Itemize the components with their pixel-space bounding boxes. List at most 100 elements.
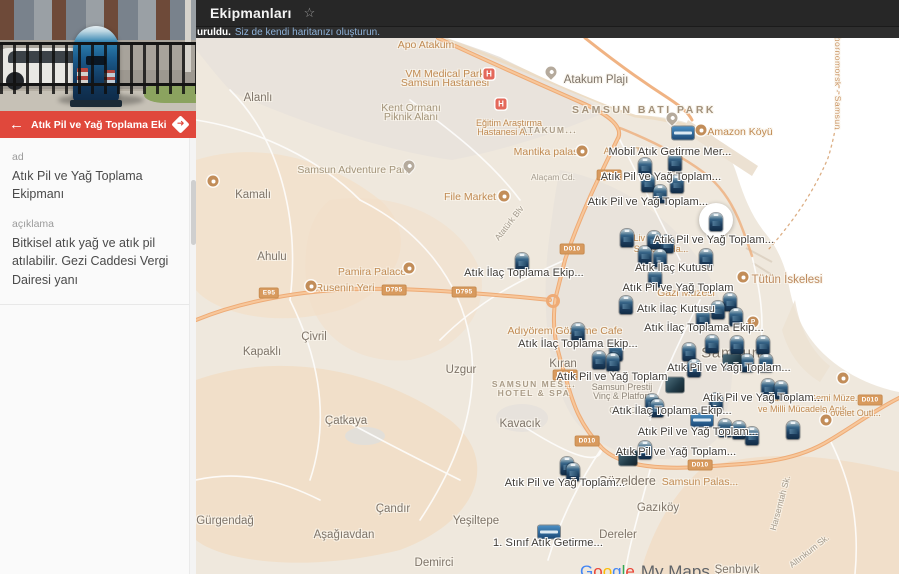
field-label-aciklama: açıklama (12, 218, 184, 230)
restaurant-icon (306, 281, 317, 292)
marker-label: Atık Pil ve Yağ Toplam (622, 282, 733, 294)
road-shield: E95 (259, 288, 279, 299)
field-label-ad: ad (12, 151, 184, 163)
map-label-town: Gazıköy (637, 502, 679, 514)
scrollbar-thumb[interactable] (191, 180, 196, 245)
feature-details: ad Atık Pil ve Yağ Toplama Ekipmanı açık… (0, 138, 196, 305)
field-value-aciklama: Bitkisel atık yağ ve atık pil atılabilir… (12, 234, 184, 288)
hospital-icon: H (484, 69, 495, 80)
created-by-text: uruldu. (197, 27, 231, 38)
map-label-poi: Amazon Köyü (707, 126, 772, 138)
marker-label: Atık İlaç Kutusu (635, 262, 713, 274)
mobile-unit-marker[interactable] (672, 127, 694, 140)
marker-label: Atık Pil ve Yağ Toplam... (505, 477, 626, 489)
map-label-town: Ahulu (257, 251, 286, 263)
village-icon (696, 125, 707, 136)
map-label-town: Çandır (376, 503, 411, 515)
google-logo-letter: g (612, 562, 621, 574)
road-shield: D010 (858, 395, 883, 406)
road-shield: D010 (688, 460, 713, 471)
map-label-park: Samsun Adventure Park (297, 164, 410, 176)
waste-bin-marker[interactable] (621, 229, 634, 247)
marker-label: Atık Pil ve Yağ Toplam... (654, 234, 775, 246)
google-logo-letter: o (603, 562, 612, 574)
pier-icon (738, 272, 749, 283)
section-divider (0, 304, 196, 305)
road-shield: D795 (452, 287, 477, 298)
map-label-town: Gürgendağ (196, 515, 254, 527)
market-icon (499, 191, 510, 202)
map-label-poi: Rusenin Yeri (316, 282, 375, 294)
map-title-bar: Ekipmanları ☆ (196, 0, 899, 26)
feature-title: Atık Pil ve Yağ Toplama Ekipmanı (31, 119, 167, 131)
hotel-icon (404, 263, 415, 274)
map-label-town: Kıran (549, 358, 577, 370)
map-label-poi-lg: Tütün İskelesi (752, 274, 823, 286)
map-label-town: Kavacık (500, 418, 541, 430)
marker-label: Atık İlaç Toplama Ekip... (644, 322, 764, 334)
map-label-park: Piknik Alanı (384, 111, 438, 123)
sidebar-scrollbar[interactable] (189, 138, 196, 574)
map-label-street: Alaçam Cd. (531, 172, 575, 182)
map-label-area-sm: HOTEL & SPA (498, 388, 571, 398)
marker-label: Mobil Atık Getirme Mer... (609, 146, 732, 158)
map-label-ferry: Chornomorsk - Samsun (833, 38, 843, 130)
map-label-poi-sm: Hastanesi A... (477, 127, 533, 137)
map-canvas[interactable]: GoogleMy Maps AlanlıKamalıAhuluÇivrilKap… (196, 38, 899, 574)
feature-header: ← Atık Pil ve Yağ Toplama Ekipmanı ➜ (0, 111, 196, 138)
mall-icon (821, 415, 832, 426)
map-label-town: Dereler (599, 529, 637, 541)
marker-label: Atık İlaç Toplama Ekip... (518, 338, 638, 350)
map-title: Ekipmanları (210, 5, 292, 21)
map-label-poi: Samsun Palas... (662, 476, 738, 488)
waste-bin-marker[interactable] (607, 353, 620, 371)
map-label-poi: Apo Atakum (398, 39, 455, 51)
waste-bin-marker[interactable] (710, 213, 723, 231)
map-label-poi: Samsun Hastanesi (401, 77, 489, 89)
marker-label: Atık Pil ve Yağ Toplam... (601, 171, 722, 183)
marker-label: Atık Pil ve Yağ Toplam... (588, 196, 709, 208)
location-photo[interactable] (0, 0, 196, 111)
google-logo-letter: G (580, 562, 593, 574)
map-label-town: Şenbıyık (715, 564, 760, 574)
map-label-poi: Mantika palas (514, 146, 579, 158)
map-label-town: Çatkaya (325, 415, 367, 427)
star-icon[interactable]: ☆ (304, 5, 316, 21)
waste-bin-marker[interactable] (620, 296, 633, 314)
marker-label: Atık Pil ve Yağ Toplam (556, 371, 667, 383)
map-subtitle-bar: uruldu. Siz de kendi haritanızı oluşturu… (196, 26, 899, 38)
map-label-poi-sm: Lovelet Outl... (825, 408, 881, 418)
map-label-town: Demirci (415, 557, 454, 569)
map-label-area: SAMSUN BATI PARK (572, 104, 716, 116)
waste-bin-marker[interactable] (593, 351, 606, 369)
map-label-town: Kapaklı (243, 346, 281, 358)
marker-label: Atık Pil ve Yağ Toplam... (616, 446, 737, 458)
waste-bin-marker[interactable] (757, 336, 770, 354)
road-shield: D010 (575, 436, 600, 447)
map-label-town: Çivril (301, 331, 327, 343)
google-my-maps-attribution[interactable]: GoogleMy Maps (580, 562, 710, 574)
waste-bin-marker[interactable] (731, 336, 744, 354)
directions-icon[interactable]: ➜ (171, 115, 189, 133)
map-label-town: Uzgur (446, 364, 477, 376)
marker-label: Atık Pil ve Yağ Toplam... (638, 426, 759, 438)
back-icon[interactable]: ← (9, 111, 24, 138)
map-label-town: Atakum Plajı (564, 74, 629, 86)
map-label-poi: Adıyörem Gözleme Cafe (508, 325, 623, 337)
marker-label: Atık İlaç Kutusu (637, 303, 715, 315)
flower-shop-icon (208, 176, 219, 187)
marker-label: Atık Pil ve Yağ Toplam... (703, 392, 824, 404)
map-label-town: Aşağıavdan (314, 529, 375, 541)
photo-marker[interactable] (666, 378, 684, 393)
waste-bin-marker[interactable] (706, 335, 719, 353)
map-label-town: Kamalı (235, 189, 271, 201)
map-label-poi: Pamira Palace (338, 266, 406, 278)
field-value-ad: Atık Pil ve Yağ Toplama Ekipmanı (12, 167, 184, 203)
my-maps-viewer: { "topbar": { "title": "Ekipmanları", "s… (0, 0, 899, 574)
map-label-town: Yeşiltepe (453, 515, 499, 527)
basemap (196, 38, 899, 574)
create-own-map-link[interactable]: Siz de kendi haritanızı oluşturun. (235, 27, 380, 38)
hospital-icon: H (496, 99, 507, 110)
photo-fence (0, 42, 196, 94)
waste-bin-marker[interactable] (787, 421, 800, 439)
